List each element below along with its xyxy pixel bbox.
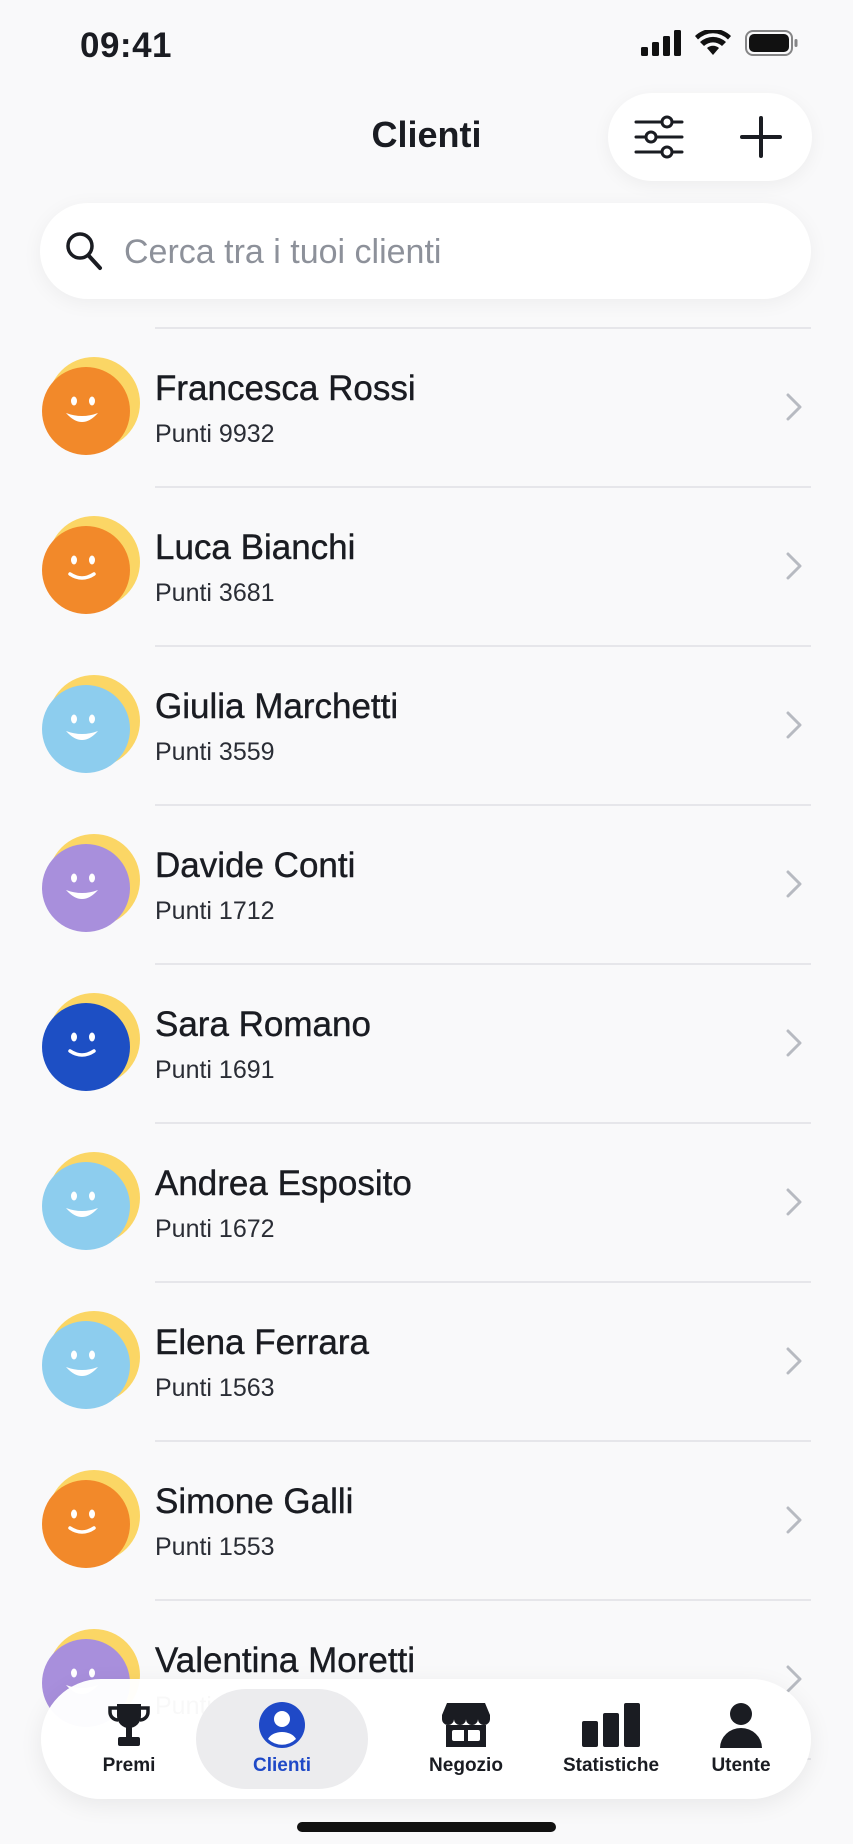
client-list: Francesca Rossi Punti 9932 Luca Bianchi Pun… <box>0 329 853 1760</box>
client-row[interactable]: Andrea Esposito Punti 1672 <box>0 1124 853 1283</box>
status-icons <box>641 30 799 56</box>
chevron-right-icon <box>786 1029 802 1057</box>
trophy-icon <box>108 1704 150 1746</box>
avatar-face <box>42 844 130 932</box>
home-indicator <box>297 1822 556 1832</box>
client-row[interactable]: Luca Bianchi Punti 3681 <box>0 488 853 647</box>
status-time: 09:41 <box>80 26 173 65</box>
avatar <box>42 357 140 455</box>
avatar-face <box>42 685 130 773</box>
bar-chart-icon <box>582 1703 640 1747</box>
tab-bar: Premi Clienti Negozio Statistiche Utente <box>41 1679 811 1799</box>
chevron-right-icon <box>786 552 802 580</box>
client-points: Punti 1672 <box>155 1215 275 1243</box>
search-bar <box>40 203 811 301</box>
tab-label: Premi <box>102 1755 156 1776</box>
tab-label: Statistiche <box>562 1755 660 1776</box>
search-icon <box>66 232 102 270</box>
avatar <box>42 675 140 773</box>
avatar-face <box>42 526 130 614</box>
client-name: Andrea Esposito <box>155 1164 412 1203</box>
chevron-right-icon <box>786 393 802 421</box>
store-icon <box>442 1703 490 1747</box>
client-points: Punti 1563 <box>155 1374 275 1402</box>
cellular-signal-icon <box>641 30 681 56</box>
person-icon <box>720 1703 762 1748</box>
avatar <box>42 1152 140 1250</box>
avatar-face <box>42 1162 130 1250</box>
chevron-right-icon <box>786 1506 802 1534</box>
avatar <box>42 516 140 614</box>
client-name: Francesca Rossi <box>155 369 416 408</box>
client-points: Punti 1712 <box>155 897 275 925</box>
avatar <box>42 993 140 1091</box>
avatar <box>42 1470 140 1568</box>
client-points: Punti 9932 <box>155 420 275 448</box>
client-points: Punti 1691 <box>155 1056 275 1084</box>
client-row[interactable]: Giulia Marchetti Punti 3559 <box>0 647 853 806</box>
chevron-right-icon <box>786 711 802 739</box>
client-name: Giulia Marchetti <box>155 687 399 726</box>
client-row[interactable]: Francesca Rossi Punti 9932 <box>0 329 853 488</box>
client-name: Valentina Moretti <box>155 1641 416 1680</box>
avatar-face <box>42 1480 130 1568</box>
client-row[interactable]: Elena Ferrara Punti 1563 <box>0 1283 853 1442</box>
client-row[interactable]: Davide Conti Punti 1712 <box>0 806 853 965</box>
avatar-face <box>42 1321 130 1409</box>
client-name: Simone Galli <box>155 1482 354 1521</box>
client-name: Elena Ferrara <box>155 1323 369 1362</box>
search-input[interactable] <box>122 203 786 301</box>
client-points: Punti 3681 <box>155 579 275 607</box>
add-client-button[interactable] <box>729 105 793 169</box>
client-name: Luca Bianchi <box>155 528 356 567</box>
tab-utente[interactable]: Utente <box>671 1679 811 1799</box>
tab-label: Utente <box>711 1755 771 1776</box>
tab-label: Clienti <box>252 1755 312 1776</box>
header-actions <box>608 93 812 181</box>
plus-icon <box>740 116 782 158</box>
avatar-face <box>42 1003 130 1091</box>
client-row[interactable]: Sara Romano Punti 1691 <box>0 965 853 1124</box>
chevron-right-icon <box>786 1347 802 1375</box>
sliders-icon <box>634 115 684 159</box>
client-row[interactable]: Simone Galli Punti 1553 <box>0 1442 853 1601</box>
client-points: Punti 3559 <box>155 738 275 766</box>
tab-premi[interactable]: Premi <box>59 1679 199 1799</box>
tab-label: Negozio <box>429 1755 503 1776</box>
client-points: Punti 1553 <box>155 1533 275 1561</box>
avatar <box>42 1311 140 1409</box>
wifi-icon <box>695 30 731 55</box>
chevron-right-icon <box>786 870 802 898</box>
filter-button[interactable] <box>627 105 691 169</box>
avatar <box>42 834 140 932</box>
avatar-face <box>42 367 130 455</box>
tab-clienti[interactable]: Clienti <box>196 1679 368 1799</box>
status-bar: 09:41 <box>0 0 853 90</box>
chevron-right-icon <box>786 1188 802 1216</box>
battery-icon <box>745 30 798 56</box>
client-name: Davide Conti <box>155 846 356 885</box>
client-name: Sara Romano <box>155 1005 371 1044</box>
person-circle-icon <box>259 1702 305 1748</box>
